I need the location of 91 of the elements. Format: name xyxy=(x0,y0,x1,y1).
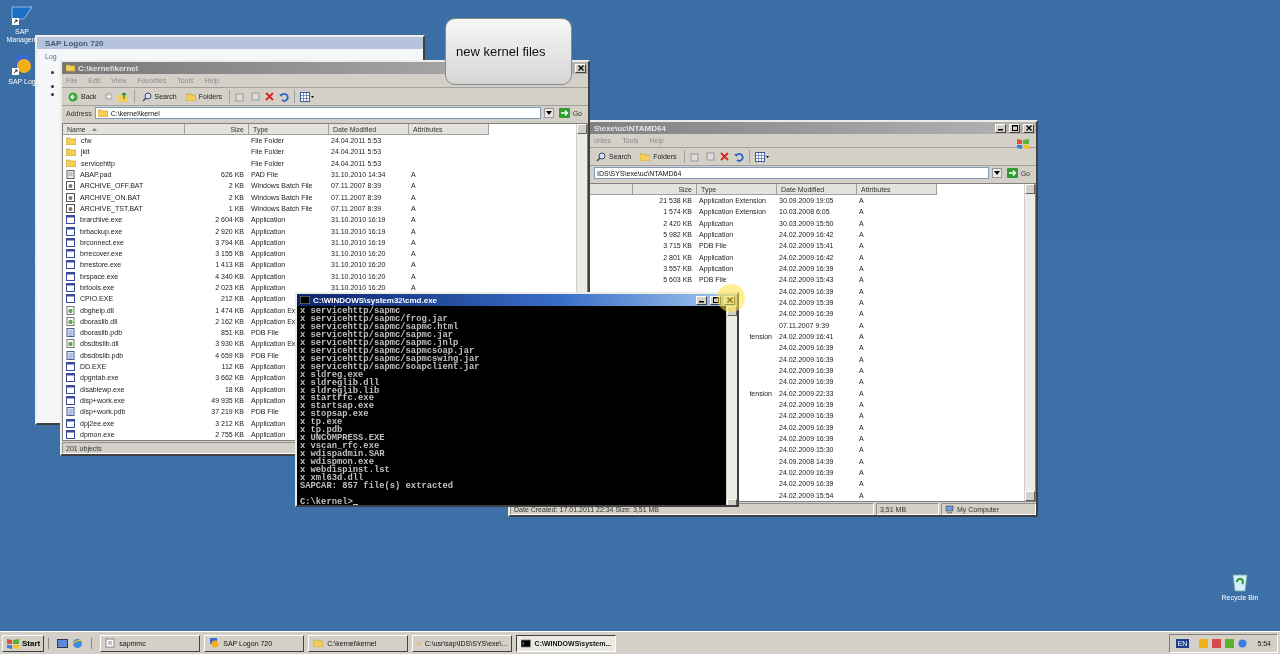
callout: new kernel files xyxy=(445,18,572,85)
bullet-dot xyxy=(51,85,54,88)
document-icon xyxy=(66,328,75,338)
folder-icon xyxy=(66,64,75,72)
window-icon xyxy=(66,271,75,281)
window-icon xyxy=(66,215,75,225)
start-button[interactable]: Start xyxy=(2,634,45,652)
close-icon xyxy=(577,65,584,71)
window-icon xyxy=(66,362,75,372)
folder-up-icon[interactable] xyxy=(117,91,129,102)
windows-logo-icon xyxy=(1016,138,1030,149)
minimize-button[interactable] xyxy=(995,123,1006,133)
console-line: x xml63d.dll xyxy=(300,475,364,483)
recycle-bin-icon[interactable] xyxy=(1231,572,1249,592)
window-icon xyxy=(66,249,75,259)
sort-icon xyxy=(91,127,97,131)
console-icon xyxy=(521,638,531,648)
window-icon xyxy=(66,294,75,304)
logon-icon xyxy=(209,638,220,648)
forward-icon[interactable] xyxy=(103,92,113,101)
window-icon xyxy=(66,395,75,405)
console-line: x servicehttp/sapmc/sapmc.jnlp xyxy=(300,339,459,348)
close-button[interactable] xyxy=(1023,123,1034,133)
console-line: x sldreglib.dll xyxy=(300,379,381,388)
dropdown-button[interactable] xyxy=(543,108,554,118)
undo-icon[interactable] xyxy=(279,91,290,102)
maximize-icon xyxy=(1011,125,1018,131)
close-button[interactable] xyxy=(575,63,586,73)
text-cursor xyxy=(352,503,358,505)
folder-icon xyxy=(313,639,324,647)
console-line: x sldreglib.lib xyxy=(300,387,381,396)
shortcut-icon[interactable] xyxy=(11,4,33,26)
back-arrow-icon xyxy=(68,91,78,102)
window-icon xyxy=(66,237,75,247)
console-prompt: C:\kernel> xyxy=(300,498,353,505)
console-line: x servicehttp/sapmc/sapmcswing.jar xyxy=(300,355,481,364)
window-icon xyxy=(66,226,75,236)
console-line: x servicehttp/sapmc/sapmc.jar xyxy=(300,331,454,340)
console-icon xyxy=(105,638,116,648)
window-title: S\exe\uc\NTAMD64 xyxy=(594,123,666,133)
folder-icon xyxy=(97,109,108,117)
delete-icon[interactable] xyxy=(719,152,729,161)
search-icon xyxy=(141,91,152,102)
scrollbar[interactable] xyxy=(726,306,737,505)
console-line: x webdispinst.lst xyxy=(300,467,391,475)
console-line: x sldreg.exe xyxy=(300,371,364,380)
window-icon xyxy=(66,384,75,394)
search-icon xyxy=(596,151,606,162)
scrollbar[interactable] xyxy=(1024,184,1035,501)
window-title: C:\kernel\kernel xyxy=(78,63,139,73)
bullet-dot xyxy=(51,71,54,74)
console-line: SAPCAR: 857 file(s) extracted xyxy=(300,482,455,491)
file-icon xyxy=(66,170,75,180)
window-title: SAP Logon 720 xyxy=(45,38,104,48)
console-line: x servicehttp/sapmc/sapmc.html xyxy=(300,323,460,332)
window-title: C:\WINDOWS\system32\cmd.exe xyxy=(313,295,438,305)
dropdown-button[interactable] xyxy=(991,168,1002,178)
cursor-highlight xyxy=(717,284,745,312)
desktop-icon[interactable] xyxy=(57,637,69,649)
undo-icon[interactable] xyxy=(733,151,744,162)
window-icon xyxy=(66,260,75,270)
window-icon xyxy=(66,373,75,383)
console-line: x servicehttp/sapmc/soapclient.jar xyxy=(300,363,481,372)
bullet-dot xyxy=(51,93,54,96)
maximize-button[interactable] xyxy=(1009,123,1020,133)
close-icon xyxy=(726,297,733,303)
console-line: x servicehttp/sapmc xyxy=(300,308,401,316)
arrow-icon xyxy=(558,108,570,118)
windows-logo-icon xyxy=(6,637,20,649)
views-icon[interactable] xyxy=(754,151,769,162)
computer-icon xyxy=(945,504,954,514)
window-icon xyxy=(66,418,75,428)
folder-icon xyxy=(640,152,651,161)
document-icon xyxy=(66,350,75,360)
views-icon[interactable] xyxy=(300,91,315,102)
delete-icon[interactable] xyxy=(265,92,275,101)
folder-icon xyxy=(417,639,421,647)
folder-icon xyxy=(185,92,196,101)
caret-icon xyxy=(545,111,552,115)
window-icon xyxy=(66,283,75,292)
caret-icon xyxy=(993,171,1000,175)
maximize-icon xyxy=(712,297,719,303)
close-icon xyxy=(1025,125,1032,131)
console-line: x servicehttp/sapmc/sapmcsoap.jar xyxy=(300,347,475,356)
arrow-icon xyxy=(1006,168,1018,178)
shortcut-icon[interactable] xyxy=(11,54,33,76)
minimize-button[interactable] xyxy=(696,295,707,305)
console-line: x servicehttp/sapmc/frog.jar xyxy=(300,315,448,324)
console-icon xyxy=(300,296,310,304)
document-icon xyxy=(66,407,75,417)
maximize-button[interactable] xyxy=(710,295,721,305)
